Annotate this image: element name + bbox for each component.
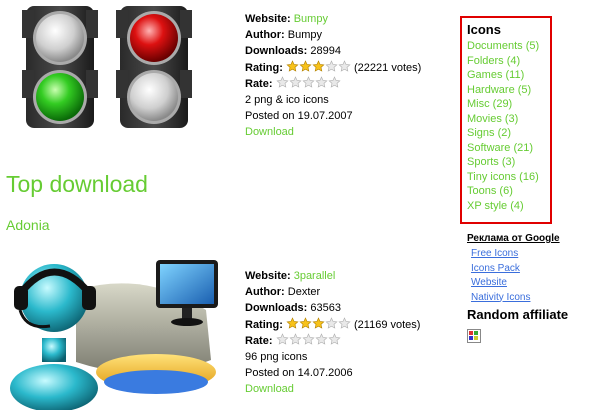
star-empty-icon <box>325 316 338 330</box>
item1-website-link[interactable]: Bumpy <box>294 13 328 25</box>
item1-downloads: 28994 <box>310 45 341 58</box>
item1-download-link[interactable]: Download <box>245 126 294 138</box>
affiliate-banner-icon[interactable] <box>467 329 481 343</box>
item2-author: Dexter <box>287 286 321 299</box>
star-empty-icon[interactable] <box>301 76 315 89</box>
item2-website-link[interactable]: 3parallel <box>294 270 336 282</box>
item2-author-row: Author: Dexter <box>245 284 420 300</box>
category-link[interactable]: Documents (5) <box>467 39 550 54</box>
category-link[interactable]: Folders (4) <box>467 54 550 69</box>
star-filled-icon <box>299 316 312 330</box>
ad-link[interactable]: Nativity Icons <box>467 291 560 306</box>
star-empty-icon[interactable] <box>275 76 289 89</box>
star-empty-icon[interactable] <box>314 333 328 346</box>
item1-rate-row: Rate: <box>245 76 421 92</box>
category-link[interactable]: Hardware (5) <box>467 83 550 98</box>
website-label: Website: <box>245 13 291 25</box>
star-empty-icon[interactable] <box>288 333 302 346</box>
star-empty-icon[interactable] <box>301 333 315 346</box>
item2-posted: Posted on 14.07.2006 <box>245 367 353 380</box>
star-filled-icon <box>299 59 312 73</box>
author-label: Author: <box>245 29 285 42</box>
category-link[interactable]: Toons (6) <box>467 184 550 199</box>
item2-download-link[interactable]: Download <box>245 383 294 395</box>
item1-details: 2 png & ico icons <box>245 93 329 106</box>
website-label: Website: <box>245 270 291 282</box>
item2-info: Website: 3parallel Author: Dexter Downlo… <box>245 268 420 398</box>
star-empty-icon[interactable] <box>288 76 302 89</box>
item2-rate-row: Rate: <box>245 333 420 349</box>
star-empty-icon[interactable] <box>327 333 341 346</box>
ad-link[interactable]: Icons Pack <box>467 262 560 277</box>
item1-posted: Posted on 19.07.2007 <box>245 110 353 123</box>
item1-author-row: Author: Bumpy <box>245 27 421 43</box>
category-link[interactable]: Signs (2) <box>467 126 550 141</box>
traffic-light-icon-red <box>116 6 192 128</box>
item2-downloads-row: Downloads: 63563 <box>245 300 420 316</box>
icons-category-list: Documents (5) Folders (4) Games (11) Hardwa… <box>467 39 550 213</box>
item2-website-row: Website: 3parallel <box>245 268 420 284</box>
star-filled-icon <box>312 59 325 73</box>
google-ads-block: Реклама от Google Free Icons Icons Pack We… <box>467 233 560 305</box>
item2-details: 96 png icons <box>245 350 308 363</box>
category-link[interactable]: Software (21) <box>467 141 550 156</box>
star-filled-icon <box>286 316 299 330</box>
star-empty-icon <box>325 59 338 73</box>
category-link[interactable]: Misc (29) <box>467 97 550 112</box>
category-link[interactable]: Movies (3) <box>467 112 550 127</box>
star-empty-icon[interactable] <box>327 76 341 89</box>
adonia-computer-user-icon <box>10 260 218 410</box>
item1-rating-row: Rating: (22221 votes) <box>245 59 422 76</box>
star-empty-icon <box>338 59 351 73</box>
item1-author: Bumpy <box>287 29 323 42</box>
item1-website-row: Website: Bumpy <box>245 11 421 27</box>
ads-title[interactable]: Реклама от Google <box>467 233 560 244</box>
item2-rating-votes: (21169 votes) <box>354 318 421 331</box>
traffic-light-icon-red-green <box>22 6 98 128</box>
ad-link[interactable]: Website <box>467 276 560 291</box>
star-empty-icon[interactable] <box>275 333 289 346</box>
rate-label: Rate: <box>245 77 273 90</box>
downloads-label: Downloads: <box>245 302 308 315</box>
ads-link-list: Free Icons Icons Pack Website Nativity Icon… <box>467 247 560 305</box>
downloads-label: Downloads: <box>245 45 308 58</box>
category-link[interactable]: Tiny icons (16) <box>467 170 550 185</box>
top-download-heading: Top download <box>6 171 148 197</box>
rating-label: Rating: <box>245 61 283 74</box>
item2-title[interactable]: Adonia <box>6 217 50 233</box>
star-empty-icon <box>338 316 351 330</box>
ad-link[interactable]: Free Icons <box>467 247 560 262</box>
random-affiliate-heading: Random affiliate <box>467 307 569 322</box>
item1-rating-votes: (22221 votes) <box>354 61 422 74</box>
category-link[interactable]: Sports (3) <box>467 155 550 170</box>
item1-downloads-row: Downloads: 28994 <box>245 43 421 59</box>
rating-label: Rating: <box>245 318 283 331</box>
item2-rating-row: Rating: (21169 votes) <box>245 316 421 333</box>
icons-box-title: Icons <box>467 22 501 37</box>
star-filled-icon <box>312 316 325 330</box>
category-link[interactable]: Games (11) <box>467 68 550 83</box>
item1-info: Website: Bumpy Author: Bumpy Downloads: … <box>245 11 421 141</box>
rate-label: Rate: <box>245 334 273 347</box>
star-empty-icon[interactable] <box>314 76 328 89</box>
category-link[interactable]: XP style (4) <box>467 199 550 214</box>
author-label: Author: <box>245 286 285 299</box>
star-filled-icon <box>286 59 299 73</box>
item2-downloads: 63563 <box>310 302 341 315</box>
icons-category-box: Icons Documents (5) Folders (4) Games (11)… <box>460 16 552 224</box>
